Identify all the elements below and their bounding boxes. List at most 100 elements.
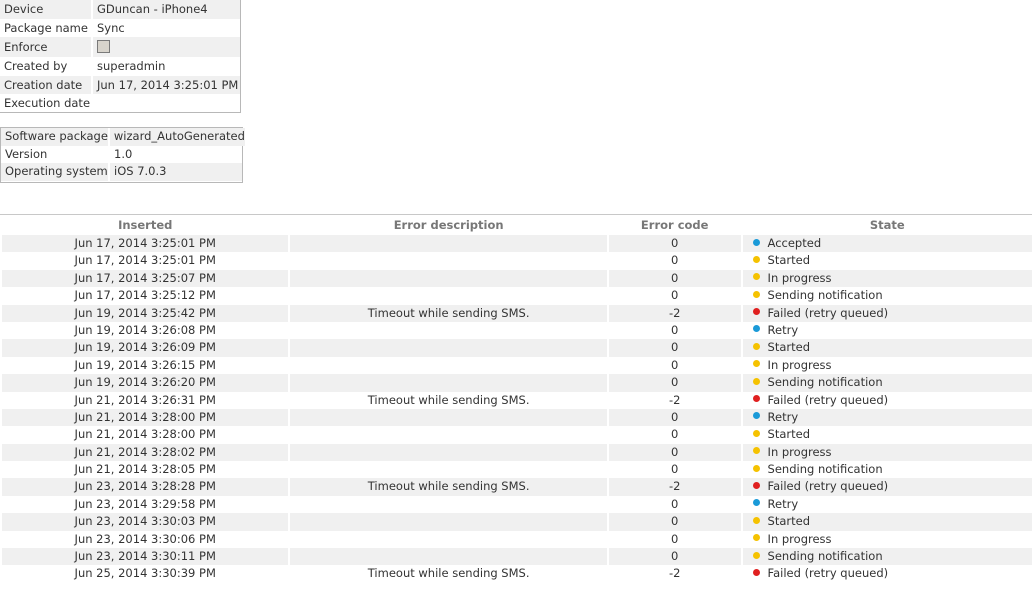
cell-error-code: 0 (671, 357, 679, 372)
status-dot-icon (752, 238, 760, 246)
table-row[interactable]: Jun 25, 2014 3:30:39 PM Timeout while sen… (0, 565, 1032, 582)
table-row[interactable]: Jun 19, 2014 3:26:20 PM 0 Sending notifica… (0, 374, 1032, 392)
detail-row-version: Version 1.0 (1, 146, 242, 164)
cell-state: Failed (retry queued) (742, 478, 1032, 496)
cell-error-description (290, 443, 607, 462)
cell-inserted: Jun 25, 2014 3:30:39 PM (74, 566, 216, 581)
table-row[interactable]: Jun 17, 2014 3:25:07 PM 0 In progress (0, 269, 1032, 288)
detail-value: 1.0 (114, 146, 133, 161)
cell-inserted: Jun 21, 2014 3:28:00 PM (74, 427, 216, 442)
cell-error-description (290, 548, 607, 566)
detail-label: Device (0, 0, 91, 19)
cell-error-description (290, 322, 606, 339)
cell-error-code: 0 (671, 496, 679, 511)
status-dot-icon (752, 395, 760, 403)
cell-state: Sending notification (742, 548, 1032, 566)
detail-value (93, 94, 240, 113)
column-header-error-description[interactable]: Error description (290, 215, 606, 235)
table-row[interactable]: Jun 23, 2014 3:30:11 PM 0 Sending notifica… (0, 548, 1032, 566)
cell-error-code: -2 (608, 478, 741, 496)
table-row[interactable]: Jun 23, 2014 3:29:58 PM 0 Retry (0, 496, 1032, 513)
detail-value: Jun 17, 2014 3:25:01 PM (93, 75, 240, 94)
cell-state: Sending notification (743, 461, 1032, 478)
status-dot-icon (752, 290, 760, 298)
status-dot-icon (752, 551, 760, 559)
table-body: Jun 17, 2014 3:25:01 PM 0 Accepted Jun 17, … (0, 235, 1032, 583)
status-dot-icon (752, 325, 760, 333)
detail-label: Software package (1, 128, 108, 146)
detail-value: superadmin (97, 59, 166, 73)
cell-error-code: 0 (608, 269, 741, 288)
cell-inserted: Jun 19, 2014 3:26:15 PM (74, 357, 216, 372)
table-row[interactable]: Jun 21, 2014 3:28:05 PM 0 Sending notifica… (0, 461, 1032, 478)
cell-error-description (290, 287, 606, 304)
cell-error-description (290, 513, 607, 531)
detail-value: iOS 7.0.3 (110, 163, 242, 181)
column-header-error-code[interactable]: Error code (609, 215, 741, 235)
table-row[interactable]: Jun 21, 2014 3:26:31 PM Timeout while sen… (0, 392, 1032, 409)
cell-error-description (290, 339, 607, 357)
cell-inserted: Jun 19, 2014 3:25:42 PM (2, 304, 289, 322)
table-row[interactable]: Jun 17, 2014 3:25:01 PM 0 Started (0, 252, 1032, 269)
table-row[interactable]: Jun 21, 2014 3:28:00 PM 0 Started (0, 426, 1032, 443)
state-label: Failed (retry queued) (767, 566, 889, 581)
cell-error-code: -2 (608, 304, 741, 322)
table-row[interactable]: Jun 19, 2014 3:26:08 PM 0 Retry (0, 322, 1032, 339)
detail-value: wizard_AutoGenerated (109, 128, 245, 146)
table-row[interactable]: Jun 19, 2014 3:26:15 PM 0 In progress (0, 357, 1032, 374)
software-details-panel: Software package wizard_AutoGenerated Ve… (0, 127, 245, 183)
cell-state: Started (742, 339, 1032, 357)
status-dot-icon (752, 568, 760, 576)
cell-state: Failed (retry queued) (742, 304, 1032, 322)
cell-error-description (290, 531, 606, 548)
cell-error-description: Timeout while sending SMS. (290, 478, 607, 496)
table-row[interactable]: Jun 17, 2014 3:25:01 PM 0 Accepted (0, 235, 1032, 253)
cell-inserted: Jun 23, 2014 3:30:03 PM (2, 513, 289, 531)
detail-label: Creation date (0, 75, 91, 94)
state-label: Retry (767, 496, 799, 511)
table-row[interactable]: Jun 21, 2014 3:28:00 PM 0 Retry (0, 408, 1032, 427)
state-label: Started (767, 253, 811, 268)
status-dot-icon (752, 429, 760, 437)
status-dot-icon (752, 377, 760, 385)
table-header-row: Inserted Error description Error code St… (0, 215, 1032, 235)
cell-inserted: Jun 21, 2014 3:28:02 PM (2, 443, 289, 462)
cell-error-code: 0 (608, 339, 741, 357)
cell-error-description (290, 374, 607, 392)
state-label: Retry (767, 409, 799, 424)
table-row[interactable]: Jun 23, 2014 3:30:06 PM 0 In progress (0, 531, 1032, 548)
state-label: Sending notification (767, 462, 883, 477)
state-label: Started (767, 514, 811, 529)
column-header-state[interactable]: State (743, 215, 1032, 235)
cell-inserted: Jun 21, 2014 3:28:05 PM (74, 462, 216, 477)
cell-error-description (290, 269, 607, 288)
table-row[interactable]: Jun 21, 2014 3:28:02 PM 0 In progress (0, 443, 1032, 462)
cell-error-code: 0 (671, 427, 679, 442)
detail-row-created-by: Created by superadmin (0, 57, 240, 76)
state-label: Started (767, 427, 811, 442)
status-dot-icon (752, 481, 760, 489)
table-row[interactable]: Jun 19, 2014 3:26:09 PM 0 Started (0, 339, 1032, 357)
cell-error-code: 0 (671, 531, 679, 546)
status-dot-icon (752, 516, 760, 524)
table-row[interactable]: Jun 19, 2014 3:25:42 PM Timeout while sen… (0, 304, 1032, 322)
cell-error-code: 0 (608, 374, 741, 392)
cell-inserted: Jun 19, 2014 3:26:09 PM (2, 339, 289, 357)
enforce-checkbox[interactable] (97, 40, 110, 53)
detail-row-operating-system: Operating system iOS 7.0.3 (1, 163, 242, 181)
state-label: Failed (retry queued) (767, 392, 889, 407)
status-dot-icon (752, 308, 760, 316)
job-history-table: Inserted Error description Error code St… (0, 214, 1032, 583)
cell-error-description: Timeout while sending SMS. (367, 566, 530, 581)
cell-state: Retry (743, 496, 1032, 513)
detail-label: Package name (4, 20, 88, 35)
cell-inserted: Jun 19, 2014 3:26:20 PM (2, 374, 289, 392)
table-row[interactable]: Jun 17, 2014 3:25:12 PM 0 Sending notifica… (0, 287, 1032, 304)
status-dot-icon (752, 499, 760, 507)
cell-error-description: Timeout while sending SMS. (290, 304, 607, 322)
cell-error-description (290, 235, 607, 253)
table-row[interactable]: Jun 23, 2014 3:30:03 PM 0 Started (0, 513, 1032, 531)
column-header-inserted[interactable]: Inserted (2, 215, 288, 235)
detail-row-enforce: Enforce (0, 37, 240, 57)
table-row[interactable]: Jun 23, 2014 3:28:28 PM Timeout while sen… (0, 478, 1032, 496)
